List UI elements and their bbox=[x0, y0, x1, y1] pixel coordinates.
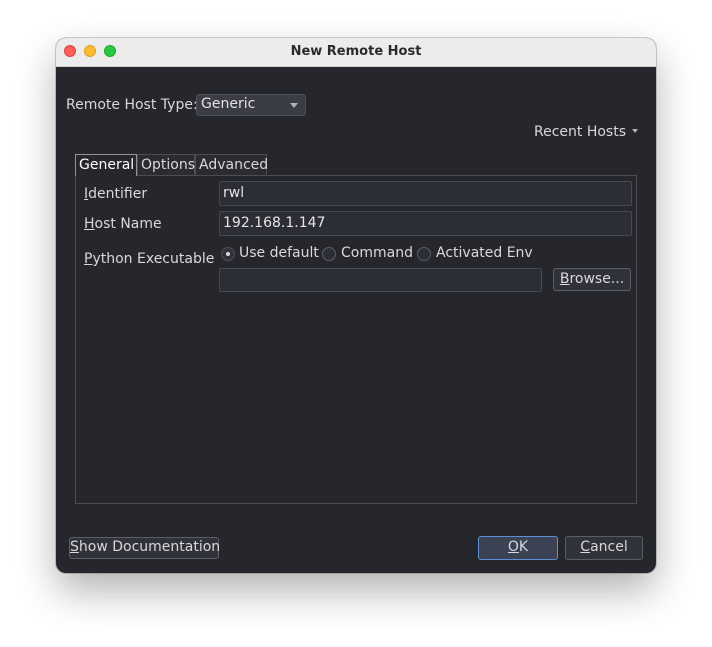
use-default-label[interactable]: Use default bbox=[239, 245, 319, 261]
ok-button[interactable]: OK bbox=[478, 536, 558, 560]
identifier-value: rwl bbox=[223, 185, 245, 201]
general-tab-panel: Identifier rwl Host Name 192.168.1.147 P… bbox=[75, 175, 637, 504]
cancel-button[interactable]: Cancel bbox=[565, 536, 643, 560]
chevron-down-icon bbox=[290, 103, 298, 108]
python-executable-path-field[interactable] bbox=[219, 268, 542, 292]
browse-button[interactable]: Browse... bbox=[553, 268, 631, 291]
command-label[interactable]: Command bbox=[341, 245, 413, 261]
identifier-label: Identifier bbox=[84, 186, 148, 202]
show-documentation-button[interactable]: Show Documentation bbox=[69, 537, 220, 559]
remote-host-type-value: Generic bbox=[201, 96, 256, 112]
recent-hosts-label: Recent Hosts bbox=[534, 124, 627, 140]
tab-general[interactable]: General bbox=[75, 154, 137, 176]
new-remote-host-dialog: New Remote Host Remote Host Type: Generi… bbox=[56, 38, 656, 573]
remote-host-type-label: Remote Host Type: bbox=[66, 97, 198, 113]
host-name-label: Host Name bbox=[84, 216, 162, 232]
use-default-radio[interactable] bbox=[221, 247, 235, 261]
tab-options[interactable]: Options bbox=[137, 154, 195, 176]
window-title: New Remote Host bbox=[290, 44, 422, 59]
command-radio[interactable] bbox=[322, 247, 336, 261]
recent-hosts-menu[interactable]: Recent Hosts bbox=[534, 124, 639, 140]
python-executable-label: Python Executable bbox=[84, 251, 215, 267]
identifier-field[interactable]: rwl bbox=[219, 181, 632, 206]
host-name-value: 192.168.1.147 bbox=[223, 215, 326, 231]
chevron-down-icon bbox=[632, 129, 639, 133]
activated-env-radio[interactable] bbox=[417, 247, 431, 261]
host-name-field[interactable]: 192.168.1.147 bbox=[219, 211, 632, 236]
activated-env-label[interactable]: Activated Env bbox=[436, 245, 533, 261]
remote-host-type-dropdown[interactable]: Generic bbox=[196, 94, 306, 116]
tab-advanced[interactable]: Advanced bbox=[195, 154, 268, 176]
title-bar: New Remote Host bbox=[56, 38, 656, 67]
